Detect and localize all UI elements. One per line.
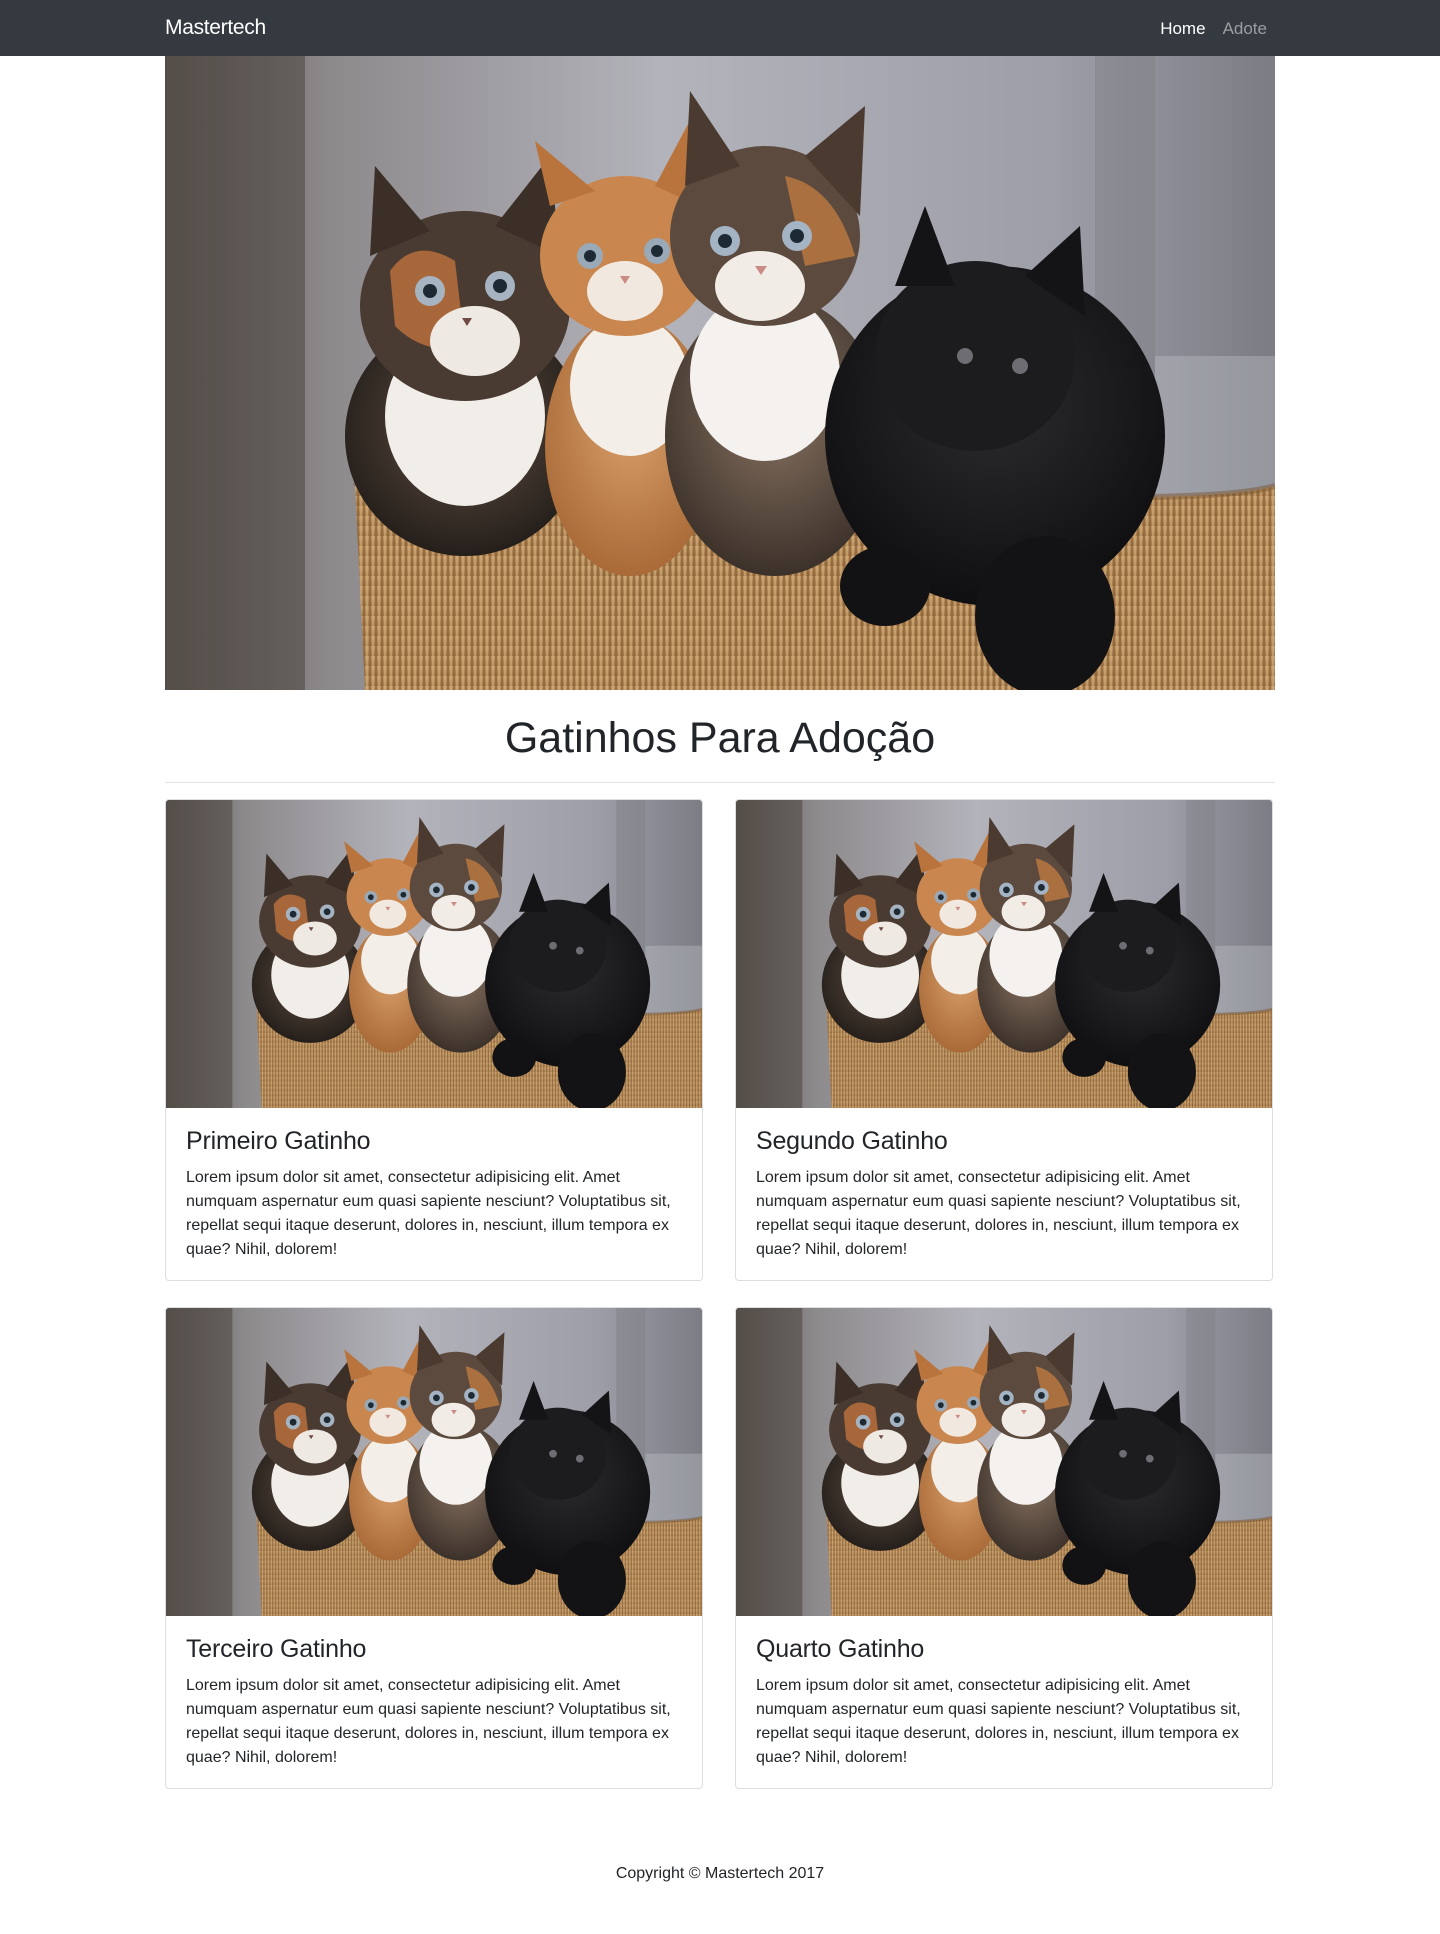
nav-links: Home Adote: [1160, 18, 1267, 40]
brand-logo[interactable]: Mastertech: [165, 15, 266, 41]
card-text: Lorem ipsum dolor sit amet, consectetur …: [186, 1677, 671, 1766]
card-title: Segundo Gatinho: [756, 1127, 948, 1155]
page-title: Gatinhos Para Adoção: [504, 714, 936, 762]
card-kittens-image: [736, 1308, 1272, 1616]
card-kittens-image: [736, 800, 1272, 1108]
card-title: Terceiro Gatinho: [186, 1635, 367, 1663]
card-text: Lorem ipsum dolor sit amet, consectetur …: [756, 1169, 1241, 1258]
kitten-card: Terceiro Gatinho Lorem ipsum dolor sit a…: [165, 1307, 703, 1789]
footer-copyright: Copyright © Mastertech 2017: [615, 1865, 825, 1882]
card-kittens-image: [166, 800, 702, 1108]
card-text: Lorem ipsum dolor sit amet, consectetur …: [756, 1677, 1241, 1766]
card-text: Lorem ipsum dolor sit amet, consectetur …: [186, 1169, 671, 1258]
card-body: Terceiro Gatinho Lorem ipsum dolor sit a…: [166, 1616, 702, 1788]
card-body: Quarto Gatinho Lorem ipsum dolor sit ame…: [736, 1616, 1272, 1788]
card-kittens-image: [166, 1308, 702, 1616]
navbar: Mastertech Home Adote: [0, 0, 1440, 56]
kitten-card: Segundo Gatinho Lorem ipsum dolor sit am…: [735, 799, 1273, 1281]
kitten-card: Primeiro Gatinho Lorem ipsum dolor sit a…: [165, 799, 703, 1281]
card-body: Segundo Gatinho Lorem ipsum dolor sit am…: [736, 1108, 1272, 1280]
card-title: Primeiro Gatinho: [186, 1127, 371, 1155]
nav-link-home[interactable]: Home: [1160, 18, 1205, 40]
card-title: Quarto Gatinho: [756, 1635, 925, 1663]
card-body: Primeiro Gatinho Lorem ipsum dolor sit a…: [166, 1108, 702, 1280]
hero-kittens-image: [165, 56, 1275, 690]
kitten-card: Quarto Gatinho Lorem ipsum dolor sit ame…: [735, 1307, 1273, 1789]
nav-link-adote[interactable]: Adote: [1223, 18, 1267, 40]
divider: [165, 782, 1275, 783]
